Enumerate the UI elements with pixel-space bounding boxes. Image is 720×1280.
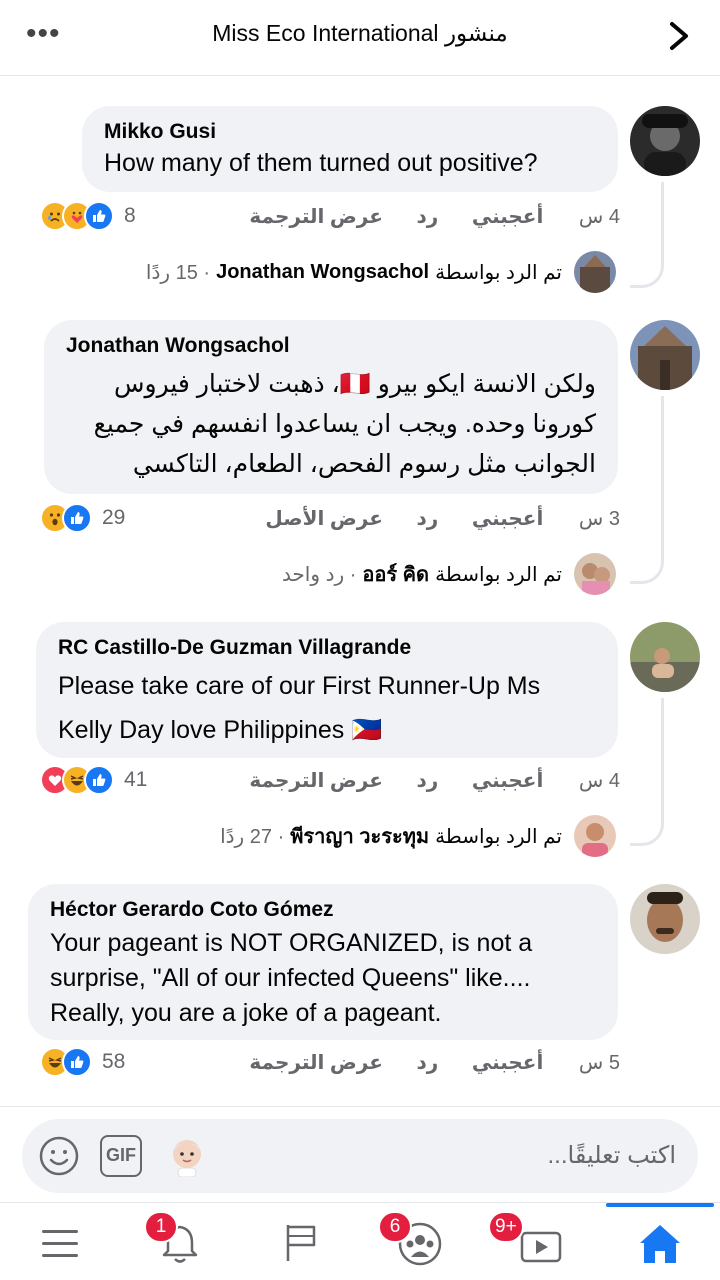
replies-link[interactable]: تم الرد بواسطة Jonathan Wongsachol · 15 … (146, 250, 616, 294)
flag-icon (286, 1225, 316, 1261)
thread-connector (630, 182, 664, 288)
reactions-summary[interactable]: 58 (40, 1046, 125, 1078)
thread-connector (630, 396, 664, 584)
comment-text: Your pageant is NOT ORGANIZED, is not a … (50, 929, 533, 1027)
avatar (574, 251, 616, 293)
more-dots-icon[interactable]: ••• (26, 19, 61, 49)
reply-count: · 15 ردًا (145, 261, 211, 284)
reply-count: · رد واحد (281, 563, 357, 586)
reaction-count: 41 (124, 768, 148, 791)
avatar-sticker-icon[interactable] (166, 1135, 208, 1177)
comment-text: How many of them turned out positive? (104, 149, 538, 177)
comment-bubble[interactable]: Jonathan Wongsachol ولكن الانسة ايكو بير… (44, 320, 618, 494)
like-reaction-icon (84, 201, 114, 231)
page-title: Miss Eco International منشور (212, 20, 508, 46)
reactions-summary[interactable]: 41 (40, 764, 147, 796)
emoji-icon[interactable] (38, 1135, 80, 1177)
replied-by-label: تم الرد بواسطة (435, 563, 562, 586)
replied-by-label: تم الرد بواسطة (435, 825, 562, 848)
comment-text: Please take care of our First Runner-Up … (58, 672, 541, 744)
comment-author[interactable]: Héctor Gerardo Coto Gómez (50, 898, 596, 922)
tab-home[interactable] (630, 1213, 690, 1269)
avatar[interactable] (630, 106, 700, 176)
see-translation-button[interactable]: عرض الترجمة (249, 1050, 383, 1075)
comment-actions: 5 س أعجبني رد عرض الترجمة (221, 1050, 620, 1080)
reply-button[interactable]: رد (416, 204, 438, 229)
comment-author[interactable]: Mikko Gusi (104, 120, 596, 144)
replied-by-label: تم الرد بواسطة (435, 261, 562, 284)
comment-actions: 3 س أعجبني رد عرض الأصل (237, 506, 620, 536)
reply-count: · 27 ردًا (220, 825, 285, 848)
watch-badge: 9+ (488, 1211, 524, 1243)
comment-author[interactable]: Jonathan Wongsachol (66, 334, 596, 358)
comment-time: 4 س (578, 770, 620, 792)
reply-button[interactable]: رد (416, 768, 438, 793)
notifications-badge: 1 (144, 1211, 178, 1243)
avatar[interactable] (630, 320, 700, 390)
home-icon (640, 1225, 680, 1263)
groups-badge: 6 (378, 1211, 412, 1243)
replies-link[interactable]: تم الرد بواسطة พีราญา วะระทุม · 27 ردًا (220, 814, 616, 858)
menu-icon (42, 1230, 78, 1257)
like-reaction-icon (62, 503, 92, 533)
bottom-navigation: 1 6 9+ (0, 1202, 720, 1280)
replier-name: ออร์ คิด (362, 564, 430, 586)
avatar (574, 815, 616, 857)
like-button[interactable]: أعجبني (472, 768, 544, 793)
comment-input[interactable]: GIF اكتب تعليقًا... (22, 1119, 698, 1193)
comment-time: 4 س (578, 206, 620, 228)
reactions-summary[interactable]: 8 (40, 200, 136, 232)
reactions-summary[interactable]: 29 (40, 502, 125, 534)
gif-button[interactable]: GIF (100, 1135, 142, 1177)
see-translation-button[interactable]: عرض الترجمة (249, 204, 383, 229)
top-bar: ••• Miss Eco International منشور (0, 0, 720, 76)
comment-text: ولكن الانسة ايكو بيرو 🇵🇪، ذهبت لاختبار ف… (93, 370, 596, 478)
see-translation-button[interactable]: عرض الترجمة (249, 768, 383, 793)
like-button[interactable]: أعجبني (472, 204, 544, 229)
comment-bubble[interactable]: RC Castillo-De Guzman Villagrande Please… (36, 622, 618, 758)
avatar (574, 553, 616, 595)
reaction-count: 8 (124, 204, 136, 227)
replier-name: พีราญา วะระทุม (290, 826, 430, 848)
comment-bubble[interactable]: Héctor Gerardo Coto Gómez Your pageant i… (28, 884, 618, 1040)
reaction-count: 58 (102, 1050, 126, 1073)
comment-placeholder: اكتب تعليقًا... (547, 1142, 676, 1169)
comment-bubble[interactable]: Mikko Gusi How many of them turned out p… (82, 106, 618, 192)
comment-time: 3 س (578, 508, 620, 530)
like-reaction-icon (84, 765, 114, 795)
reply-button[interactable]: رد (416, 1050, 438, 1075)
thread-connector (630, 698, 664, 846)
like-button[interactable]: أعجبني (472, 506, 544, 531)
reaction-count: 29 (102, 506, 126, 529)
comment-author[interactable]: RC Castillo-De Guzman Villagrande (58, 636, 596, 660)
tab-watch[interactable]: 9+ (488, 1211, 570, 1269)
comment-actions: 4 س أعجبني رد عرض الترجمة (221, 204, 620, 234)
tab-menu[interactable] (30, 1213, 90, 1269)
like-reaction-icon (62, 1047, 92, 1077)
see-original-button[interactable]: عرض الأصل (265, 506, 383, 531)
chevron-right-icon[interactable] (664, 16, 694, 56)
like-button[interactable]: أعجبني (472, 1050, 544, 1075)
comment-composer: GIF اكتب تعليقًا... (0, 1106, 720, 1202)
replies-link[interactable]: تم الرد بواسطة ออร์ คิด · رد واحد (282, 552, 616, 596)
comment-actions: 4 س أعجبني رد عرض الترجمة (221, 768, 620, 798)
reply-button[interactable]: رد (416, 506, 438, 531)
avatar[interactable] (630, 622, 700, 692)
active-tab-indicator (606, 1203, 714, 1207)
avatar[interactable] (630, 884, 700, 954)
tab-notifications[interactable]: 1 (144, 1211, 210, 1269)
tab-pages[interactable] (270, 1213, 330, 1269)
tab-groups[interactable]: 6 (378, 1211, 450, 1269)
comment-time: 5 س (578, 1052, 620, 1074)
replier-name: Jonathan Wongsachol (216, 260, 430, 283)
